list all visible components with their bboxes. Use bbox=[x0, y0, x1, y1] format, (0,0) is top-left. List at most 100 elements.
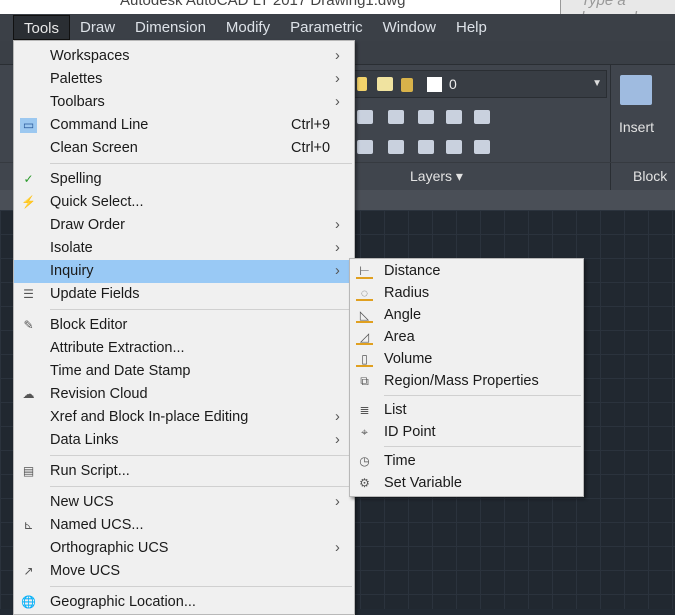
menu-item-label: Block Editor bbox=[50, 317, 128, 333]
menu-item-label: Update Fields bbox=[50, 286, 140, 302]
distance-icon: ⊢ bbox=[356, 264, 373, 279]
region-mass-icon: ⧉ bbox=[360, 374, 369, 388]
menu-separator bbox=[350, 443, 583, 450]
menu-item-list[interactable]: ≣ List bbox=[350, 399, 583, 421]
menu-item-quick-select[interactable]: ⚡ Quick Select... bbox=[14, 191, 354, 214]
menu-item-label: Inquiry bbox=[50, 263, 94, 279]
menu-item-geographic-location[interactable]: 🌐 Geographic Location... bbox=[14, 591, 354, 614]
menu-item-distance[interactable]: ⊢ Distance bbox=[350, 260, 583, 282]
window-title: Autodesk AutoCAD LT 2017 Drawing1.dwg bbox=[120, 0, 406, 9]
menu-item-label: Time bbox=[384, 453, 416, 469]
menu-item-attribute-extraction[interactable]: Attribute Extraction... bbox=[14, 337, 354, 360]
menu-item-label: Orthographic UCS bbox=[50, 540, 169, 556]
menu-item-update-fields[interactable]: ☰ Update Fields bbox=[14, 283, 354, 306]
menu-separator bbox=[14, 483, 354, 491]
area-icon: ◿ bbox=[356, 330, 373, 345]
search-input[interactable]: Type a keyword bbox=[560, 0, 675, 14]
quick-select-icon: ⚡ bbox=[21, 195, 36, 209]
layer-tool-icon[interactable] bbox=[418, 110, 434, 124]
menu-item-area[interactable]: ◿ Area bbox=[350, 326, 583, 348]
chevron-right-icon: › bbox=[335, 94, 340, 110]
menu-item-time[interactable]: ◷ Time bbox=[350, 450, 583, 472]
menu-item-label: Distance bbox=[384, 263, 441, 279]
menu-item-label: Spelling bbox=[50, 171, 102, 187]
layer-tool-icon[interactable] bbox=[474, 140, 490, 154]
gear-icon: ⚙ bbox=[359, 476, 370, 490]
insert-block-icon[interactable] bbox=[620, 75, 652, 105]
layer-tool-icon[interactable] bbox=[446, 140, 462, 154]
menu-item-clean-screen[interactable]: Clean Screen Ctrl+0 bbox=[14, 137, 354, 160]
layer-tool-icon[interactable] bbox=[418, 140, 434, 154]
menu-separator bbox=[350, 392, 583, 399]
menu-item-toolbars[interactable]: Toolbars › bbox=[14, 91, 354, 114]
menu-item-label: Angle bbox=[384, 307, 422, 323]
inquiry-submenu: ⊢ Distance ◌ Radius ◺ Angle ◿ Area ▯ Volume ⧉ Regio… bbox=[349, 258, 584, 497]
menu-bar: Tools Draw Dimension Modify Parametric Window… bbox=[0, 14, 675, 41]
list-icon: ≣ bbox=[359, 403, 370, 417]
menu-item-label: Named UCS... bbox=[50, 517, 144, 533]
layer-tool-icon[interactable] bbox=[446, 110, 462, 124]
layer-on-icon bbox=[357, 77, 367, 91]
menu-parametric[interactable]: Parametric bbox=[280, 15, 373, 40]
menu-item-region-mass-properties[interactable]: ⧉ Region/Mass Properties bbox=[350, 370, 583, 392]
id-point-icon: ⌖ bbox=[361, 425, 368, 439]
menu-separator bbox=[14, 306, 354, 314]
menu-item-isolate[interactable]: Isolate › bbox=[14, 237, 354, 260]
layer-tool-icon[interactable] bbox=[388, 110, 404, 124]
menu-item-new-ucs[interactable]: New UCS › bbox=[14, 491, 354, 514]
block-panel-title[interactable]: Block bbox=[633, 168, 667, 184]
menu-item-palettes[interactable]: Palettes › bbox=[14, 68, 354, 91]
chevron-right-icon: › bbox=[335, 240, 340, 256]
menu-separator bbox=[14, 583, 354, 591]
menu-item-label: Command Line bbox=[50, 117, 149, 133]
menu-item-command-line[interactable]: ▭ Command Line Ctrl+9 bbox=[14, 114, 354, 137]
menu-item-angle[interactable]: ◺ Angle bbox=[350, 304, 583, 326]
menu-modify[interactable]: Modify bbox=[216, 15, 280, 40]
menu-item-volume[interactable]: ▯ Volume bbox=[350, 348, 583, 370]
menu-item-data-links[interactable]: Data Links › bbox=[14, 429, 354, 452]
radius-icon: ◌ bbox=[356, 286, 373, 301]
layer-tool-icon[interactable] bbox=[357, 140, 373, 154]
menu-item-move-ucs[interactable]: ↗ Move UCS bbox=[14, 560, 354, 583]
insert-button[interactable]: Insert bbox=[619, 119, 654, 135]
volume-icon: ▯ bbox=[356, 352, 373, 367]
menu-item-label: Set Variable bbox=[384, 475, 462, 491]
menu-tools[interactable]: Tools bbox=[13, 15, 71, 40]
menu-item-label: List bbox=[384, 402, 407, 418]
menu-help[interactable]: Help bbox=[446, 15, 497, 40]
menu-item-spelling[interactable]: ✓ Spelling bbox=[14, 168, 354, 191]
layers-panel-title[interactable]: Layers ▾ bbox=[410, 168, 463, 185]
menu-item-block-editor[interactable]: ✎ Block Editor bbox=[14, 314, 354, 337]
menu-item-xref-and-block-in-place-editing[interactable]: Xref and Block In-place Editing › bbox=[14, 406, 354, 429]
menu-item-label: New UCS bbox=[50, 494, 114, 510]
menu-item-run-script[interactable]: ▤ Run Script... bbox=[14, 460, 354, 483]
chevron-right-icon: › bbox=[335, 540, 340, 556]
menu-item-set-variable[interactable]: ⚙ Set Variable bbox=[350, 472, 583, 494]
menu-item-label: Palettes bbox=[50, 71, 103, 87]
layer-tool-icon[interactable] bbox=[357, 110, 373, 124]
menu-item-revision-cloud[interactable]: ☁ Revision Cloud bbox=[14, 383, 354, 406]
chevron-right-icon: › bbox=[335, 48, 340, 64]
menu-item-workspaces[interactable]: Workspaces › bbox=[14, 45, 354, 68]
menu-item-draw-order[interactable]: Draw Order › bbox=[14, 214, 354, 237]
layer-tool-icon[interactable] bbox=[388, 140, 404, 154]
menu-item-orthographic-ucs[interactable]: Orthographic UCS › bbox=[14, 537, 354, 560]
menu-item-inquiry[interactable]: Inquiry › bbox=[14, 260, 354, 283]
menu-item-label: Isolate bbox=[50, 240, 93, 256]
menu-draw[interactable]: Draw bbox=[70, 15, 125, 40]
menu-item-time-and-date-stamp[interactable]: Time and Date Stamp bbox=[14, 360, 354, 383]
shortcut-label: Ctrl+0 bbox=[291, 140, 331, 156]
chevron-right-icon: › bbox=[335, 409, 340, 425]
menu-item-label: Radius bbox=[384, 285, 430, 301]
menu-window[interactable]: Window bbox=[373, 15, 446, 40]
menu-item-named-ucs[interactable]: ⊾ Named UCS... bbox=[14, 514, 354, 537]
layer-dropdown[interactable]: 0 ▼ bbox=[354, 70, 607, 98]
command-line-icon: ▭ bbox=[20, 118, 37, 133]
shortcut-label: Ctrl+9 bbox=[291, 117, 331, 133]
menu-item-label: Revision Cloud bbox=[50, 386, 148, 402]
menu-item-radius[interactable]: ◌ Radius bbox=[350, 282, 583, 304]
layer-tool-icon[interactable] bbox=[474, 110, 490, 124]
menu-item-id-point[interactable]: ⌖ ID Point bbox=[350, 421, 583, 443]
chevron-down-icon: ▼ bbox=[592, 78, 602, 89]
menu-dimension[interactable]: Dimension bbox=[125, 15, 216, 40]
